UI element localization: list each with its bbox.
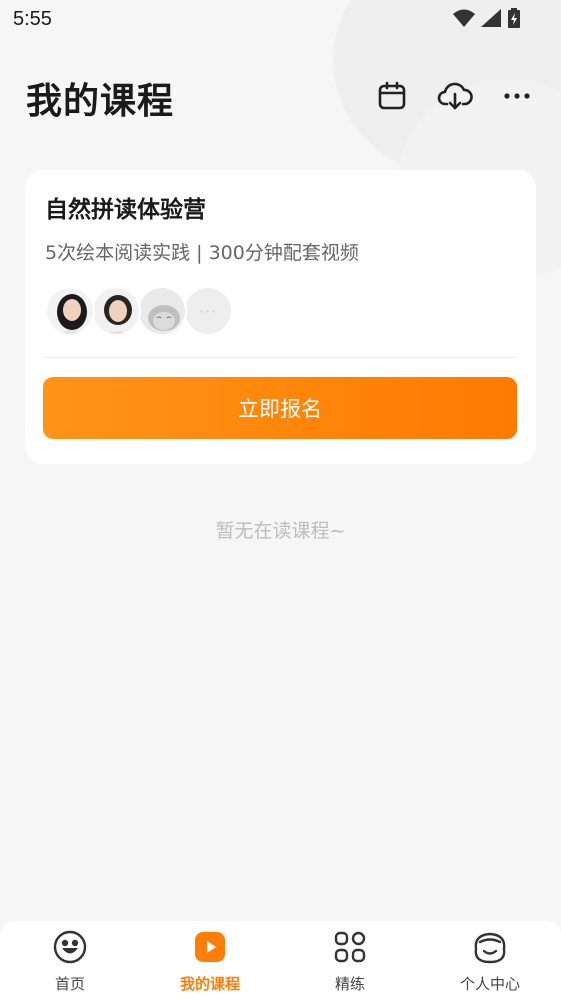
course-card[interactable]: 自然拼读体验营 5次绘本阅读实践 | 300分钟配套视频 ··· 立即报名 (25, 170, 536, 464)
download-button[interactable] (435, 76, 475, 116)
more-icon (504, 93, 530, 99)
more-avatars-indicator: ··· (183, 286, 233, 336)
cloud-download-icon (437, 82, 473, 110)
course-subtitle: 5次绘本阅读实践 | 300分钟配套视频 (45, 242, 359, 264)
tab-home[interactable]: 首页 (0, 921, 140, 999)
empty-state-text: 暂无在读课程~ (215, 520, 346, 542)
calendar-button[interactable] (372, 76, 412, 116)
tab-home-label: 首页 (54, 975, 85, 993)
play-icon (192, 929, 228, 965)
tab-my-courses-label: 我的课程 (179, 975, 240, 993)
mascot-avatar (137, 286, 187, 336)
calendar-icon (378, 81, 406, 110)
status-bar: 5:55 (0, 0, 561, 38)
app-screen: 5:55 我的课程 自然拼读体验营 5次绘本阅读实践 | 300分钟配套视频 ·… (0, 0, 561, 999)
tab-profile-label: 个人中心 (459, 975, 520, 993)
teacher-avatar (45, 286, 95, 336)
status-icons (453, 8, 521, 28)
profile-icon (470, 929, 510, 965)
signal-icon (481, 9, 501, 27)
tab-practice-label: 精练 (334, 975, 365, 993)
more-button[interactable] (497, 76, 537, 116)
course-title: 自然拼读体验营 (45, 197, 206, 223)
teacher-avatar (91, 286, 141, 336)
page-title: 我的课程 (26, 81, 175, 122)
card-divider (43, 357, 517, 358)
grid-icon (332, 929, 368, 965)
battery-icon (508, 8, 520, 28)
tab-profile[interactable]: 个人中心 (420, 921, 560, 999)
status-time: 5:55 (13, 8, 52, 30)
home-icon (52, 929, 88, 965)
enroll-button[interactable]: 立即报名 (43, 377, 517, 439)
wifi-icon (453, 9, 475, 27)
more-avatars-label: ··· (198, 301, 218, 321)
tab-my-courses[interactable]: 我的课程 (140, 921, 280, 999)
bottom-tab-bar: 首页 我的课程 精练 个人中心 (0, 921, 561, 999)
tab-practice[interactable]: 精练 (280, 921, 420, 999)
